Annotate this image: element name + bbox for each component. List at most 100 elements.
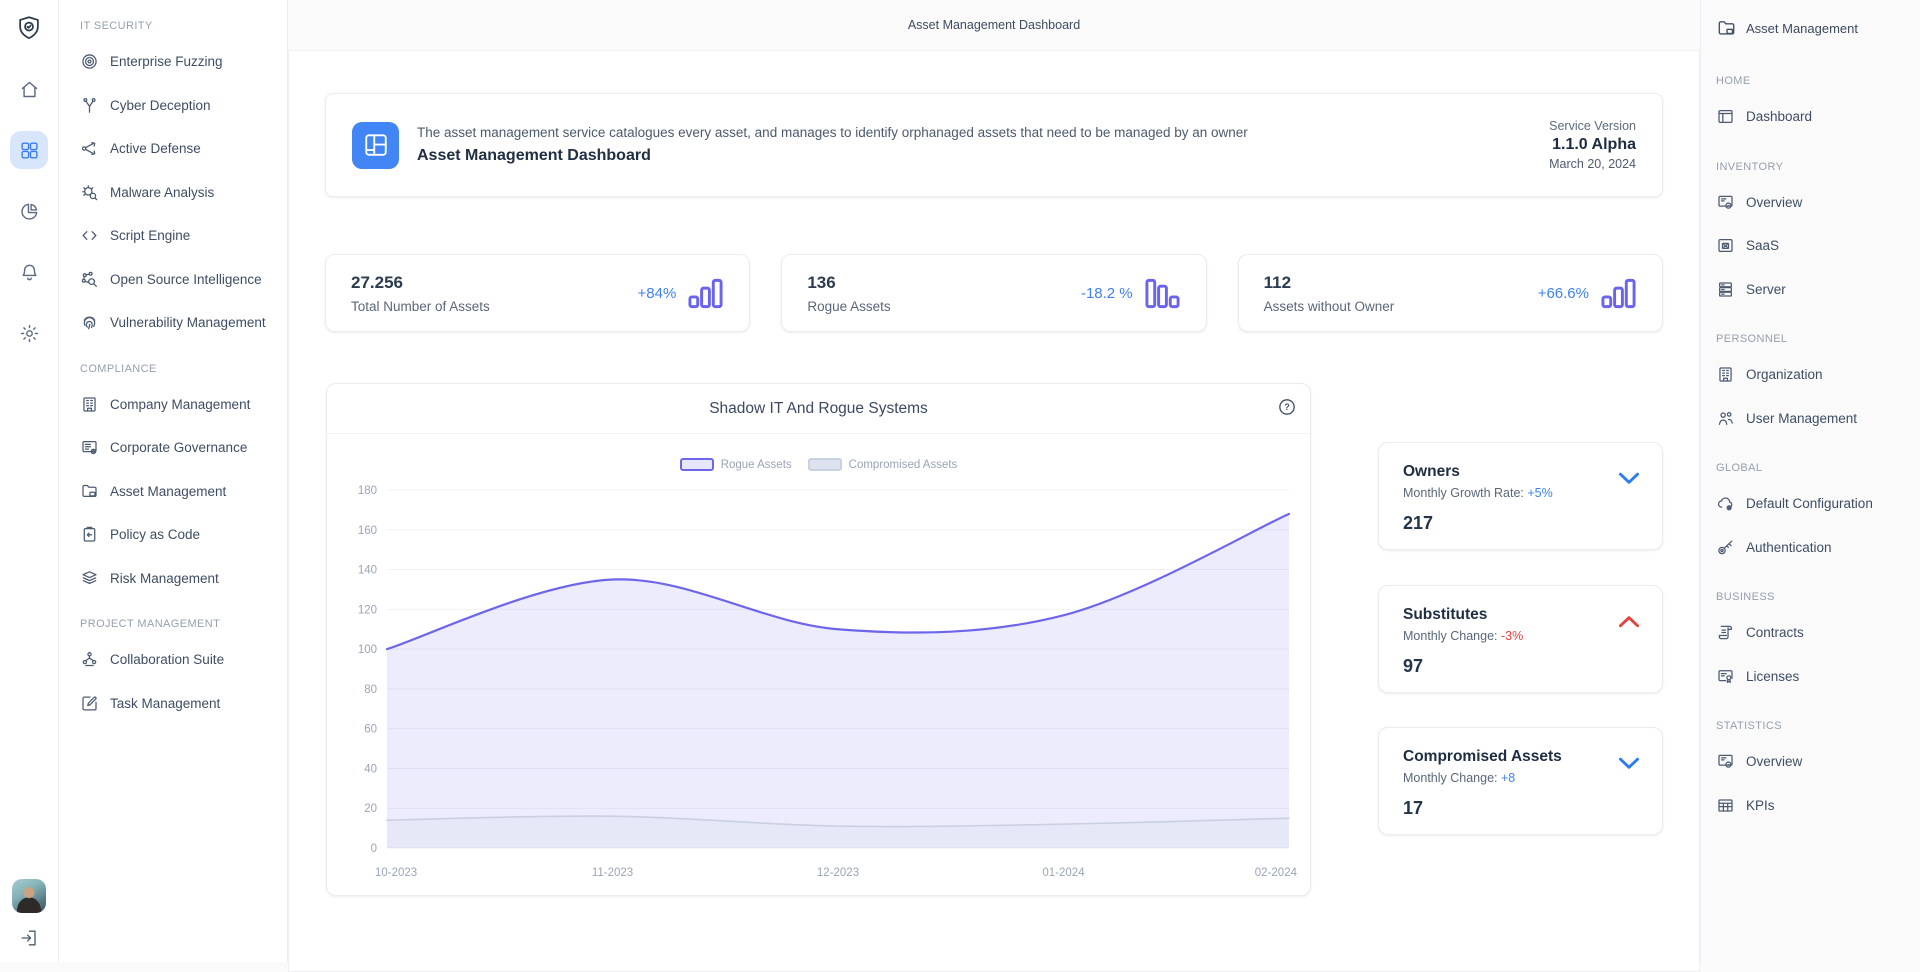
rsidebar-item-dashboard[interactable]: Dashboard: [1716, 95, 1914, 139]
stat-label: Rogue Assets: [807, 299, 890, 314]
item-label: Asset Management: [110, 484, 226, 499]
sidebar-item-cyber-deception[interactable]: Cyber Deception: [80, 84, 279, 128]
sidebar-item-collaboration-suite[interactable]: Collaboration Suite: [80, 638, 279, 682]
legend-item-rogue-assets[interactable]: Rogue Assets: [680, 458, 792, 471]
svg-text:160: 160: [358, 525, 377, 537]
rsidebar-item-server[interactable]: Server: [1716, 268, 1914, 312]
sidebar-section-compliance: Company Management Corporate Governance As…: [80, 383, 279, 601]
rail-item-home[interactable]: [10, 70, 48, 108]
summary-toggle[interactable]: [1616, 753, 1642, 773]
sidebar-item-company-management[interactable]: Company Management: [80, 383, 279, 427]
summary-toggle[interactable]: [1616, 468, 1642, 488]
legend-label: Rogue Assets: [721, 459, 792, 471]
table-icon: [1716, 796, 1735, 815]
building-icon: [80, 395, 99, 414]
stat-label: Total Number of Assets: [351, 299, 490, 314]
user-avatar[interactable]: [12, 879, 46, 913]
stat-card-assets-without-owner[interactable]: 112 Assets without Owner +66.6%: [1238, 254, 1663, 332]
svg-text:10-2023: 10-2023: [375, 867, 417, 879]
sidebar-item-corporate-governance[interactable]: Corporate Governance: [80, 426, 279, 470]
rsidebar-section-label-statistics: STATISTICS: [1716, 720, 1914, 732]
sidebar-item-risk-management[interactable]: Risk Management: [80, 557, 279, 601]
rail-item-apps[interactable]: [10, 131, 48, 169]
logout-button[interactable]: [12, 921, 46, 955]
legend-label: Compromised Assets: [849, 459, 958, 471]
rsidebar-item-saas[interactable]: SaaS: [1716, 224, 1914, 268]
stat-right: -18.2 %: [1081, 277, 1181, 310]
stat-left: 136 Rogue Assets: [807, 273, 890, 314]
chevron-down-icon: [1616, 468, 1642, 488]
service-version-block: Service Version 1.1.0 Alpha March 20, 20…: [1549, 119, 1636, 171]
bullseye-icon: [80, 52, 99, 71]
legend-swatch: [680, 458, 714, 471]
stat-right: +66.6%: [1538, 277, 1637, 310]
stat-card-total-number-of-assets[interactable]: 27.256 Total Number of Assets +84%: [325, 254, 750, 332]
top-bar: Asset Management Dashboard: [288, 0, 1700, 50]
stat-change: -18.2 %: [1081, 285, 1133, 302]
scroll-icon: [1716, 623, 1735, 642]
chart-legend: Rogue Assets Compromised Assets: [327, 458, 1310, 471]
item-label: Corporate Governance: [110, 440, 247, 455]
folder-box-icon: [1716, 18, 1737, 39]
legend-item-compromised-assets[interactable]: Compromised Assets: [808, 458, 958, 471]
rsidebar-item-overview[interactable]: Overview: [1716, 181, 1914, 225]
rsidebar-item-organization[interactable]: Organization: [1716, 353, 1914, 397]
sidebar-item-enterprise-fuzzing[interactable]: Enterprise Fuzzing: [80, 40, 279, 84]
rsidebar-item-kpis[interactable]: KPIs: [1716, 784, 1914, 828]
browser-icon: [1716, 107, 1735, 126]
rsidebar-section-label-business: BUSINESS: [1716, 591, 1914, 603]
shadow-it-chart[interactable]: 02040608010012014016018010-202311-202312…: [339, 484, 1299, 886]
summary-title: Compromised Assets: [1403, 748, 1638, 766]
sidebar-item-active-defense[interactable]: Active Defense: [80, 127, 279, 171]
sidebar-item-open-source-intelligence[interactable]: Open Source Intelligence: [80, 258, 279, 302]
item-label: Cyber Deception: [110, 98, 211, 113]
icon-rail: [0, 0, 59, 962]
svg-text:140: 140: [358, 565, 377, 577]
note-pencil-icon: [80, 694, 99, 713]
item-label: Collaboration Suite: [110, 652, 224, 667]
sidebar-item-task-management[interactable]: Task Management: [80, 682, 279, 726]
rsidebar-item-overview[interactable]: Overview: [1716, 740, 1914, 784]
rsidebar-section-label-personnel: PERSONNEL: [1716, 333, 1914, 345]
summary-card-compromised-assets: Compromised Assets Monthly Change: +8 17: [1378, 727, 1663, 835]
sidebar-item-policy-as-code[interactable]: Policy as Code: [80, 513, 279, 557]
sidebar-item-vulnerability-management[interactable]: Vulnerability Management: [80, 301, 279, 345]
help-button[interactable]: ?: [1277, 397, 1297, 417]
rail-item-analytics[interactable]: [10, 192, 48, 230]
rsidebar-section-global: Default ConfigurationAuthentication: [1716, 482, 1914, 569]
rsidebar-item-licenses[interactable]: Licenses: [1716, 655, 1914, 699]
rail-item-settings[interactable]: [10, 314, 48, 352]
rsidebar-section-inventory: Overview SaaS Server: [1716, 181, 1914, 312]
summary-change: -3%: [1501, 629, 1523, 643]
key-icon: [1716, 538, 1735, 557]
chart-divider: [327, 433, 1310, 434]
stat-value: 27.256: [351, 273, 490, 293]
rsidebar-item-user-management[interactable]: User Management: [1716, 397, 1914, 441]
rsidebar-item-default-configuration[interactable]: Default Configuration: [1716, 482, 1914, 526]
dashboard-tile: [352, 122, 399, 169]
item-label: Overview: [1746, 195, 1802, 210]
legend-swatch: [808, 458, 842, 471]
right-sidebar-header[interactable]: Asset Management: [1716, 17, 1914, 39]
item-label: Task Management: [110, 696, 220, 711]
icon-rail-bottom: [0, 879, 58, 955]
app-logo[interactable]: [10, 9, 48, 47]
rsidebar-item-authentication[interactable]: Authentication: [1716, 526, 1914, 570]
sidebar-item-malware-analysis[interactable]: Malware Analysis: [80, 171, 279, 215]
rail-item-notifications[interactable]: [10, 253, 48, 291]
screen-badge-icon: [1716, 752, 1735, 771]
main-area: Asset Management Dashboard The asset man…: [288, 0, 1700, 962]
summary-toggle[interactable]: [1616, 611, 1642, 631]
summary-title: Substitutes: [1403, 606, 1638, 624]
sidebar-item-asset-management[interactable]: Asset Management: [80, 470, 279, 514]
shadow-it-chart-card: Shadow IT And Rogue Systems ? Rogue Asse…: [326, 383, 1311, 896]
bars-descending-icon: [1144, 277, 1181, 310]
sidebar-item-script-engine[interactable]: Script Engine: [80, 214, 279, 258]
summary-value: 17: [1403, 798, 1638, 819]
item-label: SaaS: [1746, 238, 1779, 253]
rsidebar-item-contracts[interactable]: Contracts: [1716, 611, 1914, 655]
svg-text:11-2023: 11-2023: [592, 867, 633, 879]
svg-text:?: ?: [1284, 402, 1289, 412]
item-label: Open Source Intelligence: [110, 272, 262, 287]
stat-card-rogue-assets[interactable]: 136 Rogue Assets -18.2 %: [781, 254, 1206, 332]
